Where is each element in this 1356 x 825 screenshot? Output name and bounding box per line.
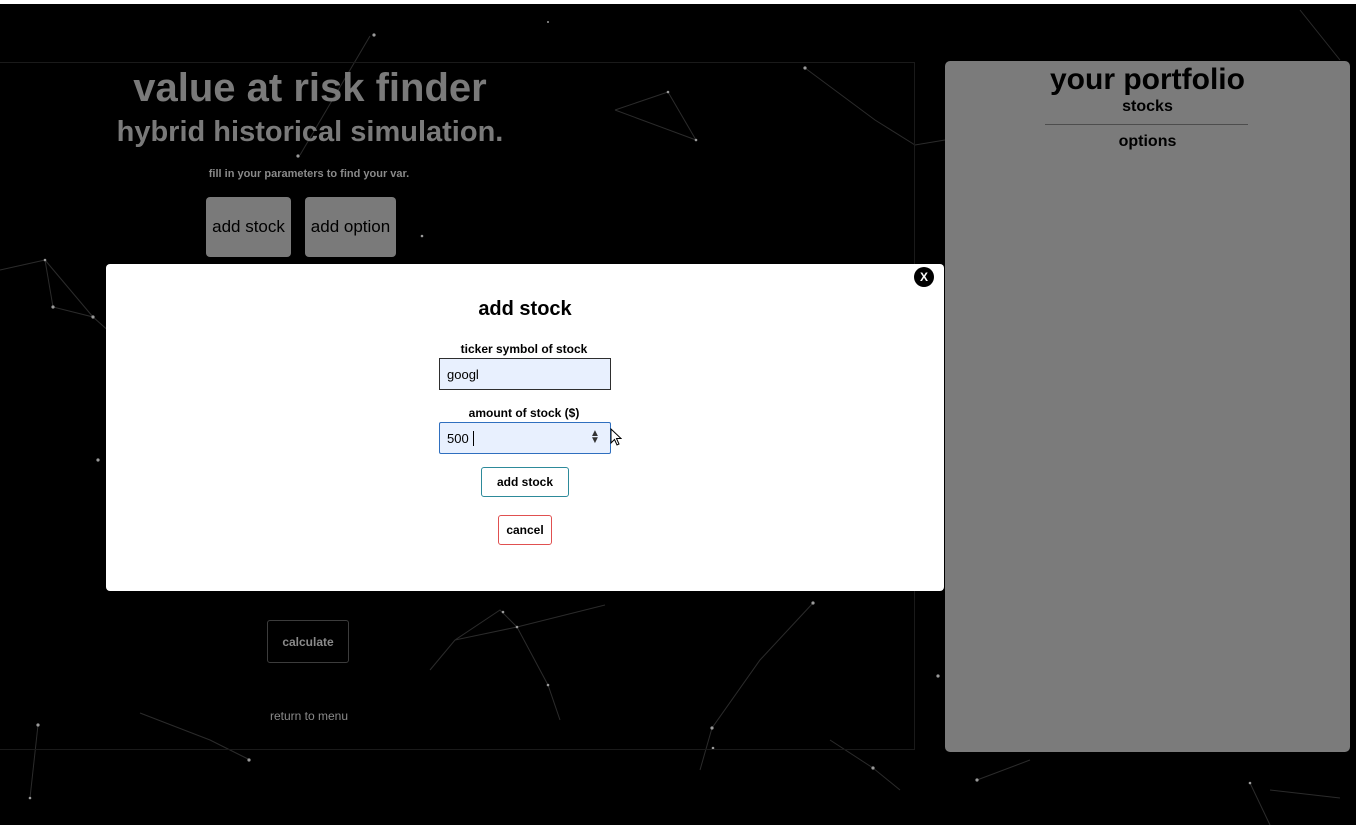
ticker-label: ticker symbol of stock [460, 342, 588, 356]
return-to-menu-link[interactable]: return to menu [250, 709, 368, 723]
add-stock-modal: X add stock ticker symbol of stock amoun… [106, 264, 944, 591]
instructions-text: fill in your parameters to find your var… [208, 168, 410, 180]
portfolio-panel: your portfolio stocks options [945, 61, 1350, 752]
amount-label: amount of stock ($) [468, 406, 580, 420]
amount-value: 500 [447, 431, 469, 446]
mouse-cursor-icon [610, 428, 622, 446]
add-option-button[interactable]: add option [305, 197, 396, 257]
cancel-button[interactable]: cancel [498, 515, 552, 545]
portfolio-title: your portfolio [1050, 63, 1245, 96]
portfolio-options-heading: options [1118, 133, 1177, 150]
portfolio-stocks-heading: stocks [1122, 98, 1173, 115]
page-subtitle: hybrid historical simulation. [116, 116, 504, 148]
spinner-icon[interactable]: ▲ ▼ [590, 429, 600, 446]
modal-title: add stock [478, 298, 572, 320]
text-caret [473, 431, 474, 446]
ticker-input[interactable] [439, 358, 611, 390]
amount-input[interactable]: 500 ▲ ▼ [439, 422, 611, 454]
calculate-button[interactable]: calculate [267, 620, 349, 663]
portfolio-divider [1045, 124, 1248, 125]
close-icon[interactable]: X [914, 267, 934, 287]
page-title: value at risk finder [133, 66, 487, 110]
submit-add-stock-button[interactable]: add stock [481, 467, 569, 497]
add-stock-button[interactable]: add stock [206, 197, 291, 257]
